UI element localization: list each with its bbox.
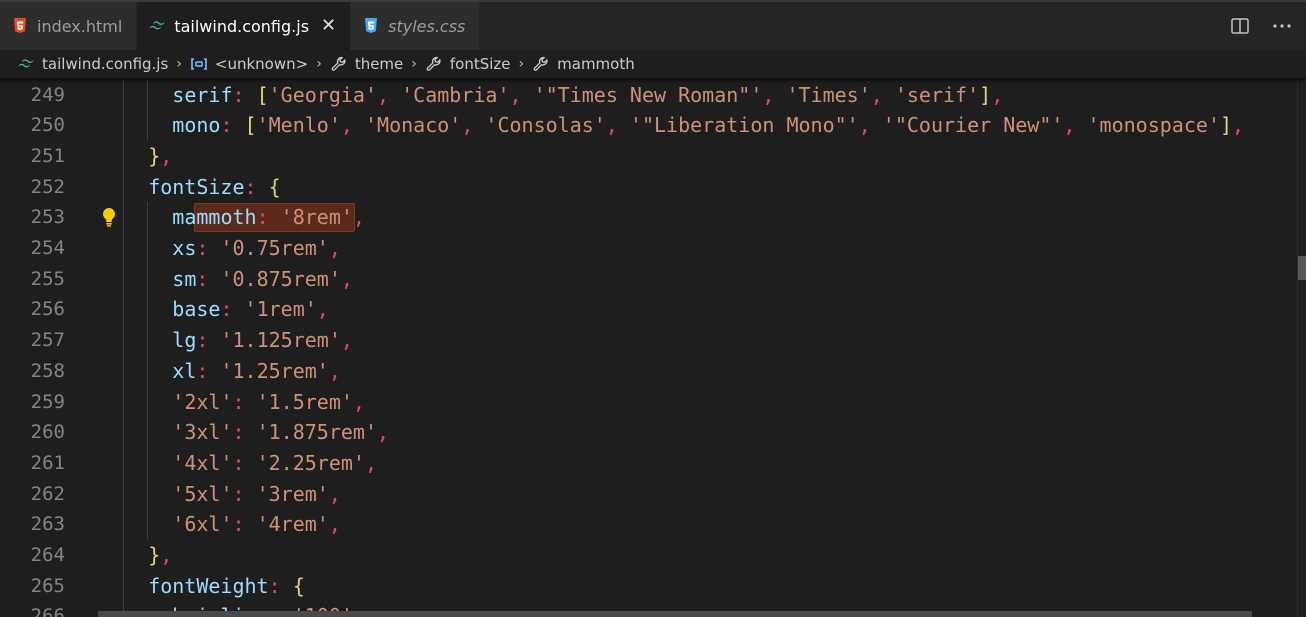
scrollbar-track — [1297, 78, 1298, 617]
variable-icon — [189, 55, 209, 73]
code-line[interactable]: xs: '0.75rem', — [100, 233, 341, 264]
code-line[interactable]: mono: ['Menlo', 'Monaco', 'Consolas', '"… — [100, 110, 1244, 141]
breadcrumb-file[interactable]: tailwind.config.js — [16, 55, 168, 73]
code-area[interactable]: serif: ['Georgia', 'Cambria', '"Times Ne… — [100, 78, 1306, 617]
code-editor[interactable]: 249 250 251 252 253 254 255 256 257 258 259 260 261 2… — [0, 78, 1306, 617]
breadcrumb: tailwind.config.js › <unknown> › theme ›… — [0, 50, 1306, 78]
wrench-icon — [531, 55, 551, 73]
code-line[interactable]: xl: '1.25rem', — [100, 356, 341, 387]
line-number: 261 — [30, 451, 65, 474]
wrench-icon — [329, 55, 349, 73]
code-line[interactable]: lg: '1.125rem', — [100, 325, 353, 356]
line-number: 258 — [30, 359, 65, 382]
tailwind-icon — [149, 18, 165, 34]
html5-icon — [12, 18, 28, 34]
tab-label: index.html — [37, 16, 123, 36]
code-line[interactable]: '3xl': '1.875rem', — [100, 417, 389, 448]
line-number: 249 — [30, 83, 65, 106]
line-number-gutter: 249 250 251 252 253 254 255 256 257 258 259 260 261 2… — [0, 78, 92, 617]
line-number: 255 — [30, 267, 65, 290]
code-line[interactable]: mammoth: '8rem', — [100, 202, 365, 233]
breadcrumb-label: mammoth — [557, 55, 635, 73]
line-number: 252 — [30, 175, 65, 198]
more-actions-icon[interactable] — [1272, 16, 1292, 36]
breadcrumb-unknown[interactable]: <unknown> — [189, 55, 308, 73]
chevron-right-icon: › — [518, 56, 525, 72]
indent-guide — [147, 79, 149, 141]
breadcrumb-label: fontSize — [449, 55, 511, 73]
breadcrumb-label: tailwind.config.js — [42, 55, 169, 73]
line-number: 262 — [30, 482, 65, 505]
line-number: 250 — [30, 114, 65, 137]
horizontal-scrollbar[interactable] — [98, 611, 1252, 617]
tab-label: styles.css — [388, 16, 466, 36]
line-number: 253 — [30, 206, 65, 229]
line-number: 257 — [30, 329, 65, 352]
code-line[interactable]: base: '1rem', — [100, 294, 329, 325]
chevron-right-icon: › — [316, 56, 322, 72]
tab-tailwind-config[interactable]: tailwind.config.js ✕ — [137, 2, 352, 50]
chevron-right-icon: › — [176, 56, 182, 72]
line-number: 254 — [30, 237, 65, 259]
code-line[interactable]: '5xl': '3rem', — [100, 479, 341, 510]
line-number: 260 — [30, 421, 65, 444]
line-number: 251 — [30, 144, 65, 167]
code-line[interactable]: fontWeight: { — [100, 571, 305, 602]
breadcrumb-mammoth[interactable]: mammoth — [531, 55, 635, 73]
wrench-icon — [424, 55, 444, 73]
tab-label: tailwind.config.js — [174, 16, 310, 36]
tailwind-icon — [16, 55, 36, 73]
code-line[interactable]: serif: ['Georgia', 'Cambria', '"Times Ne… — [100, 80, 1003, 111]
line-number: 264 — [30, 544, 65, 566]
line-number: 265 — [30, 574, 65, 597]
split-editor-icon[interactable] — [1230, 16, 1250, 36]
breadcrumb-label: theme — [354, 55, 404, 73]
code-line[interactable]: fontSize: { — [100, 172, 280, 203]
css3-icon — [363, 18, 379, 34]
code-line[interactable]: }, — [100, 540, 172, 571]
chevron-right-icon: › — [411, 56, 417, 72]
breadcrumb-theme[interactable]: theme — [329, 55, 403, 73]
code-line[interactable]: '6xl': '4rem', — [100, 509, 341, 540]
close-icon[interactable]: ✕ — [321, 17, 336, 35]
line-number: 263 — [30, 513, 65, 536]
line-number: 266 — [30, 605, 65, 617]
indent-guide — [147, 202, 149, 540]
indent-guide — [123, 79, 125, 617]
code-line[interactable]: sm: '0.875rem', — [100, 264, 353, 295]
editor-tab-bar: index.html tailwind.config.js ✕ styles.c… — [0, 0, 1306, 50]
line-number: 256 — [30, 298, 65, 321]
tab-index-html[interactable]: index.html — [0, 2, 138, 50]
code-line[interactable]: '2xl': '1.5rem', — [100, 387, 365, 418]
tab-styles-css[interactable]: styles.css — [351, 2, 481, 50]
lightbulb-icon[interactable] — [100, 206, 118, 228]
vertical-scrollbar-thumb[interactable] — [1298, 256, 1306, 280]
line-number: 259 — [30, 390, 65, 413]
code-line[interactable]: }, — [100, 141, 172, 172]
breadcrumb-label: <unknown> — [214, 55, 309, 73]
breadcrumb-fontsize[interactable]: fontSize — [424, 55, 511, 73]
editor-actions — [1230, 2, 1306, 50]
code-line[interactable]: '4xl': '2.25rem', — [100, 448, 377, 479]
